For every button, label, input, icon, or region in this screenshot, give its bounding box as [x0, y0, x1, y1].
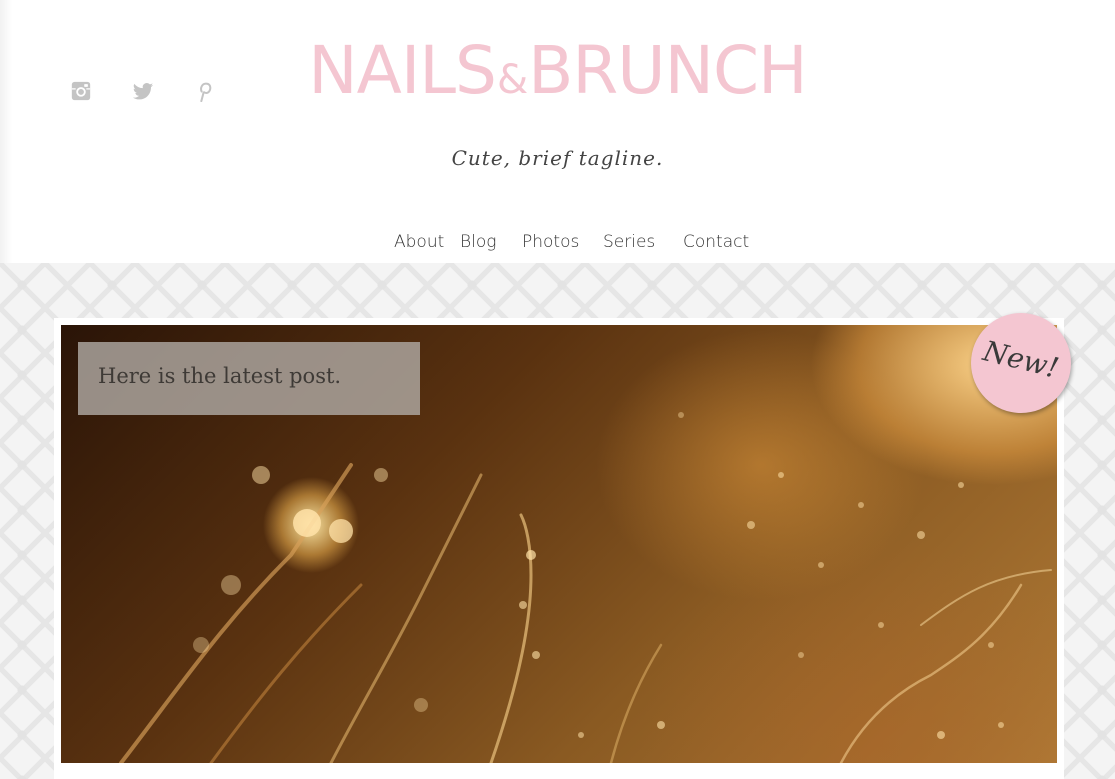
site-tagline: Cute, brief tagline. — [451, 146, 664, 170]
logo-ampersand: & — [496, 57, 528, 103]
site-header: NAILS&BRUNCH Cute, brief tagline. About … — [0, 0, 1115, 263]
logo-brunch: BRUNCH — [528, 32, 808, 109]
featured-caption-box[interactable]: Here is the latest post. — [78, 342, 420, 415]
nav-item-contact[interactable]: Contact — [683, 232, 749, 252]
logo-nails: NAILS — [308, 32, 497, 109]
nav-item-blog[interactable]: Blog — [460, 232, 496, 252]
featured-caption: Here is the latest post. — [98, 364, 342, 388]
featured-post-image[interactable]: Here is the latest post. — [61, 325, 1057, 763]
nav-item-photos[interactable]: Photos — [522, 232, 579, 252]
nav-item-about[interactable]: About — [394, 232, 444, 252]
site-logo[interactable]: NAILS&BRUNCH — [0, 38, 1115, 104]
new-badge: New! — [971, 313, 1071, 413]
featured-post: Here is the latest post. — [54, 318, 1064, 779]
nav-item-series[interactable]: Series — [603, 232, 655, 252]
main-nav: About Blog Photos Series Contact — [0, 232, 1115, 256]
new-badge-label: New! — [979, 334, 1062, 385]
